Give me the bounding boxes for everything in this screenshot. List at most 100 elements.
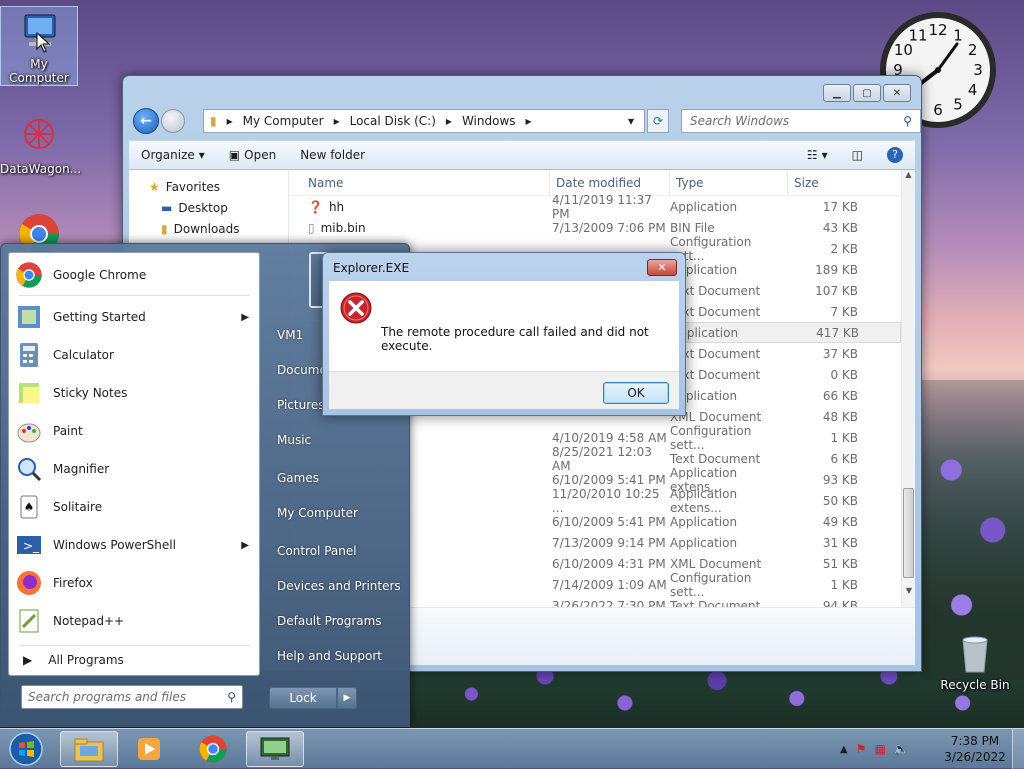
breadcrumb-my-computer[interactable]: My Computer	[243, 114, 324, 128]
preview-pane-icon: ◫	[851, 148, 863, 162]
program-getting-started[interactable]: Getting Started ▶	[13, 298, 257, 336]
chrome-icon	[13, 259, 45, 291]
breadcrumb-chevron-icon[interactable]: ▸	[334, 114, 340, 128]
place-documents[interactable]: Docume	[277, 363, 327, 377]
program-google-chrome[interactable]: Google Chrome	[13, 256, 257, 294]
breadcrumb-chevron-icon[interactable]: ▸	[526, 114, 532, 128]
minimize-button[interactable]: ▁	[823, 84, 851, 102]
start-search-input[interactable]: Search programs and files ⚲	[21, 685, 243, 709]
scrollbar-thumb[interactable]	[903, 488, 914, 578]
address-bar[interactable]: ▮ ▸ My Computer ▸ Local Disk (C:) ▸ Wind…	[203, 109, 645, 133]
program-label: Windows PowerShell	[53, 538, 176, 552]
place-my-computer[interactable]: My Computer	[277, 506, 358, 520]
file-size: 107 KB	[815, 283, 858, 298]
taskbar-clock[interactable]: 7:38 PM 3/26/2022	[940, 733, 1010, 765]
place-control-panel[interactable]: Control Panel	[277, 544, 357, 558]
program-notepadpp[interactable]: Notepad++	[13, 602, 257, 640]
search-icon[interactable]: ⚲	[227, 690, 236, 704]
breadcrumb-windows[interactable]: Windows	[462, 114, 516, 128]
lock-label: Lock	[289, 691, 317, 705]
file-date: 8/25/2021 12:03 AM	[552, 444, 652, 473]
error-icon	[340, 292, 372, 324]
file-row[interactable]: ❓ hh 4/11/2019 11:37 PM Application 17 KB	[290, 193, 901, 221]
show-hidden-icons-icon[interactable]: ▲	[840, 744, 848, 755]
start-button[interactable]	[4, 729, 48, 769]
file-type: Configuration sett...	[670, 234, 752, 263]
dialog-body: The remote procedure call failed and did…	[329, 281, 679, 371]
sticky-notes-icon	[13, 377, 45, 409]
program-paint[interactable]: Paint	[13, 412, 257, 450]
action-center-icon[interactable]: ⚑	[856, 742, 867, 756]
notepadpp-icon	[13, 605, 45, 637]
shutdown-options-arrow-icon[interactable]: ▶	[337, 687, 357, 709]
place-music[interactable]: Music	[277, 433, 311, 447]
show-desktop-button[interactable]	[1012, 729, 1024, 769]
file-size: 37 KB	[822, 346, 858, 361]
help-button[interactable]: ?	[875, 147, 915, 163]
folder-icon	[74, 738, 104, 762]
column-date[interactable]: Date modified	[550, 170, 670, 195]
address-dropdown-icon[interactable]: ▾	[628, 114, 634, 128]
place-games[interactable]: Games	[277, 471, 319, 485]
taskbar-media-player[interactable]	[120, 731, 178, 767]
file-size: 0 KB	[830, 367, 858, 382]
refresh-icon[interactable]: ⟳	[647, 109, 669, 133]
views-button[interactable]: ☷ ▾	[795, 148, 840, 162]
scroll-down-icon[interactable]: ▼	[902, 586, 916, 595]
preview-pane-button[interactable]: ◫	[840, 148, 875, 162]
program-windows-powershell[interactable]: >_ Windows PowerShell ▶	[13, 526, 257, 564]
program-solitaire[interactable]: ♠ Solitaire	[13, 488, 257, 526]
new-folder-label: New folder	[300, 148, 366, 162]
dialog-close-button[interactable]: ✕	[647, 259, 677, 276]
column-name[interactable]: Name	[290, 170, 550, 195]
vertical-scrollbar[interactable]: ▲ ▼	[901, 170, 915, 665]
desktop-icon-label: DataWagon...	[0, 162, 82, 176]
program-magnifier[interactable]: Magnifier	[13, 450, 257, 488]
lock-button[interactable]: Lock	[269, 687, 337, 709]
place-help-support[interactable]: Help and Support	[277, 649, 382, 663]
maximize-button[interactable]: ▢	[853, 84, 881, 102]
place-vm1[interactable]: VM1	[277, 328, 303, 342]
volume-icon[interactable]: 🔈	[894, 742, 909, 756]
place-pictures[interactable]: Pictures	[277, 398, 325, 412]
search-input[interactable]: Search Windows ⚲	[681, 109, 921, 133]
column-type[interactable]: Type	[670, 170, 788, 195]
close-button[interactable]: ✕	[883, 84, 911, 102]
column-size[interactable]: Size	[788, 170, 858, 195]
place-default-programs[interactable]: Default Programs	[277, 614, 382, 628]
breadcrumb-chevron-icon[interactable]: ▸	[227, 114, 233, 128]
navigation-bar: ← ▮ ▸ My Computer ▸ Local Disk (C:) ▸ Wi…	[131, 106, 921, 134]
scroll-up-icon[interactable]: ▲	[902, 170, 915, 179]
window-controls: ▁ ▢ ✕	[823, 84, 911, 102]
nav-downloads[interactable]: ▮ Downloads	[129, 218, 288, 239]
program-calculator[interactable]: Calculator	[13, 336, 257, 374]
program-firefox[interactable]: Firefox	[13, 564, 257, 602]
nav-desktop[interactable]: ▬ Desktop	[129, 197, 288, 218]
taskbar-explorer[interactable]	[60, 731, 118, 767]
back-button[interactable]: ←	[133, 108, 159, 134]
network-icon[interactable]: ▦	[874, 742, 885, 756]
file-size: 43 KB	[822, 220, 858, 235]
breadcrumb-chevron-icon[interactable]: ▸	[446, 114, 452, 128]
desktop-icon-recycle-bin[interactable]: Recycle Bin	[936, 628, 1014, 692]
desktop-icon-datawagon[interactable]: DataWagon...	[0, 112, 82, 176]
search-icon[interactable]: ⚲	[903, 114, 912, 128]
open-button[interactable]: ▣ Open	[217, 148, 288, 162]
ok-button[interactable]: OK	[603, 382, 669, 404]
file-size: 1 KB	[830, 430, 858, 445]
forward-button[interactable]	[161, 109, 185, 133]
place-devices-printers[interactable]: Devices and Printers	[277, 579, 401, 593]
file-type: Text Document	[670, 451, 761, 466]
taskbar-remote-app[interactable]	[246, 731, 304, 767]
file-date: 11/20/2010 10:25 ...	[552, 486, 660, 515]
breadcrumb-local-disk[interactable]: Local Disk (C:)	[350, 114, 436, 128]
all-programs-button[interactable]: ▶ All Programs	[13, 649, 257, 671]
program-label: Calculator	[53, 348, 114, 362]
new-folder-button[interactable]: New folder	[288, 148, 377, 162]
nav-favorites[interactable]: ★ Favorites	[129, 176, 288, 197]
file-date: 4/11/2019 11:37 PM	[552, 192, 652, 221]
program-sticky-notes[interactable]: Sticky Notes	[13, 374, 257, 412]
taskbar-chrome[interactable]	[184, 731, 242, 767]
organize-button[interactable]: Organize ▾	[129, 148, 217, 162]
file-row[interactable]: ▯ mib.bin 7/13/2009 7:06 PM BIN File 43 KB	[290, 217, 901, 238]
